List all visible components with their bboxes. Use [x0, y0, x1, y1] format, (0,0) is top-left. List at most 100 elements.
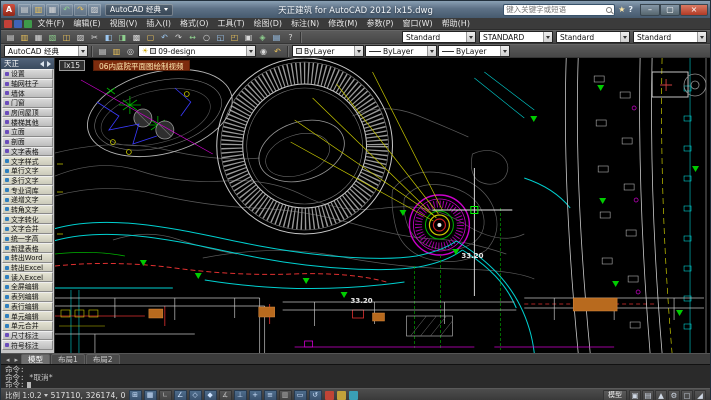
snap-toggle[interactable]: ⊞	[129, 390, 142, 400]
tarch-status-icon-cyan[interactable]	[349, 391, 358, 400]
design-center-icon[interactable]: ◈	[256, 31, 269, 43]
workspace-select[interactable]: AutoCAD 经典	[105, 4, 173, 16]
menu-forward-icon[interactable]	[47, 61, 51, 67]
sidebar-item[interactable]: 文字样式	[2, 156, 53, 166]
tarch-help-icon[interactable]	[24, 20, 32, 28]
block-editor-icon[interactable]: ▢	[144, 31, 157, 43]
search-icon[interactable]	[606, 7, 612, 13]
polar-toggle[interactable]: ∠	[174, 390, 187, 400]
menu-item[interactable]: 插入(I)	[142, 18, 176, 29]
sidebar-item[interactable]: 尺寸标注	[2, 331, 53, 341]
properties-icon[interactable]: ▣	[242, 31, 255, 43]
lineweight-select[interactable]: ByLayer	[438, 45, 510, 57]
ducs-toggle[interactable]: ⊥	[234, 390, 247, 400]
menu-item[interactable]: 视图(V)	[105, 18, 142, 29]
command-window[interactable]: 命令:命令: *取消* 命令:	[1, 364, 710, 388]
dyn-toggle[interactable]: +	[249, 390, 262, 400]
drawing-canvas[interactable]: lx15 06内庭院平面图绘制视频	[55, 58, 710, 353]
quickprops-toggle[interactable]: ▭	[294, 390, 307, 400]
sidebar-item[interactable]: 楼梯其他	[2, 117, 53, 127]
color-select[interactable]: ByLayer	[292, 45, 364, 57]
open-icon[interactable]: ▥	[32, 4, 45, 16]
sidebar-item[interactable]: 剖面	[2, 137, 53, 147]
sidebar-item[interactable]: 墙体	[2, 88, 53, 98]
zoom-previous-icon[interactable]: ◰	[228, 31, 241, 43]
help-icon[interactable]: ?	[284, 31, 297, 43]
search-input[interactable]	[506, 5, 604, 15]
coordinates-readout[interactable]: 517110, 326174, 0	[51, 391, 126, 400]
redo-icon[interactable]: ↷	[74, 4, 87, 16]
annotation-scale-icon[interactable]: ▲	[655, 390, 667, 400]
menu-item[interactable]: 工具(T)	[213, 18, 249, 29]
minimize-button[interactable]: –	[640, 4, 660, 16]
sidebar-item[interactable]: 轴网柱子	[2, 79, 53, 89]
menu-item[interactable]: 编辑(E)	[69, 18, 105, 29]
paste-icon[interactable]: ◨	[116, 31, 129, 43]
tab-layout1[interactable]: 布局1	[51, 354, 85, 364]
maximize-button[interactable]: ▢	[660, 4, 680, 16]
sidebar-item[interactable]: 单元合并	[2, 321, 53, 331]
plot-preview-icon[interactable]: ◫	[60, 31, 73, 43]
menu-item[interactable]: 标注(N)	[287, 18, 324, 29]
menu-item[interactable]: 参数(P)	[362, 18, 398, 29]
help-icon[interactable]: ?	[628, 5, 633, 14]
sidebar-item[interactable]: 表列编辑	[2, 292, 53, 302]
sidebar-item[interactable]: 文字合并	[2, 224, 53, 234]
tarch-app-icon[interactable]	[4, 20, 12, 28]
quickview-layouts-icon[interactable]: ▣	[629, 390, 641, 400]
layer-properties-icon[interactable]: ▤	[96, 45, 109, 57]
workspace-switch-icon[interactable]: ⚙	[668, 390, 680, 400]
selection-cycling-toggle[interactable]: ↺	[309, 390, 322, 400]
favorites-icon[interactable]: ★	[618, 5, 625, 14]
sidebar-item[interactable]: 表行编辑	[2, 302, 53, 312]
redo-icon[interactable]: ↷	[172, 31, 185, 43]
document-tab[interactable]: lx15	[59, 60, 85, 71]
pan-icon[interactable]: ↔	[186, 31, 199, 43]
layer-states-icon[interactable]: ▥	[110, 45, 123, 57]
tarch-status-icon-red[interactable]	[325, 391, 334, 400]
close-button[interactable]: ×	[680, 4, 708, 16]
sidebar-item[interactable]: 全屏编辑	[2, 282, 53, 292]
tarch-status-icon-yellow[interactable]	[337, 391, 346, 400]
autocad-logo-icon[interactable]: A	[3, 4, 15, 16]
qnew-icon[interactable]: ▤	[4, 31, 17, 43]
quickview-drawings-icon[interactable]: ▤	[642, 390, 654, 400]
layer-select[interactable]: ☀ 09-design	[138, 45, 256, 57]
sidebar-item[interactable]: 门窗	[2, 98, 53, 108]
tool-palettes-icon[interactable]: ▤	[270, 31, 283, 43]
plot-icon[interactable]: ▨	[88, 4, 101, 16]
tab-model[interactable]: 模型	[21, 354, 50, 364]
undo-icon[interactable]: ↶	[158, 31, 171, 43]
cut-icon[interactable]: ✂	[88, 31, 101, 43]
tarch-tool-icon[interactable]	[14, 20, 22, 28]
sidebar-item[interactable]: 单行文字	[2, 166, 53, 176]
dim-style-select[interactable]: STANDARD	[479, 31, 553, 43]
qnew-icon[interactable]: ▤	[18, 4, 31, 16]
undo-icon[interactable]: ↶	[60, 4, 73, 16]
sidebar-item[interactable]: 统一字高	[2, 234, 53, 244]
grid-toggle[interactable]: ▦	[144, 390, 157, 400]
clean-screen-icon[interactable]: ◢	[694, 390, 706, 400]
menu-item[interactable]: 文件(F)	[33, 18, 69, 29]
osnap3d-toggle[interactable]: ◆	[204, 390, 217, 400]
tab-layout2[interactable]: 布局2	[86, 354, 120, 364]
sidebar-item[interactable]: 设置	[2, 69, 53, 79]
mleader-style-select[interactable]: Standard	[633, 31, 707, 43]
ortho-toggle[interactable]: ∟	[159, 390, 172, 400]
zoom-realtime-icon[interactable]: ○	[200, 31, 213, 43]
menu-item[interactable]: 格式(O)	[175, 18, 213, 29]
table-style-select[interactable]: Standard	[556, 31, 630, 43]
otrack-toggle[interactable]: ∡	[219, 390, 232, 400]
sidebar-item[interactable]: 单元编辑	[2, 311, 53, 321]
plot-icon[interactable]: ▧	[46, 31, 59, 43]
tab-next-icon[interactable]: ▸	[13, 356, 21, 364]
transparency-toggle[interactable]: ▥	[279, 390, 292, 400]
layer-isolate-icon[interactable]: ◎	[124, 45, 137, 57]
sidebar-item[interactable]: 文字表格	[2, 147, 53, 157]
sidebar-item[interactable]: 符号标注	[2, 340, 53, 350]
menu-item[interactable]: 绘图(D)	[249, 18, 286, 29]
sidebar-item[interactable]: 转角文字	[2, 205, 53, 215]
menu-item[interactable]: 帮助(H)	[437, 18, 474, 29]
lineweight-toggle[interactable]: ≡	[264, 390, 277, 400]
model-space-button[interactable]: 模型	[603, 390, 627, 400]
